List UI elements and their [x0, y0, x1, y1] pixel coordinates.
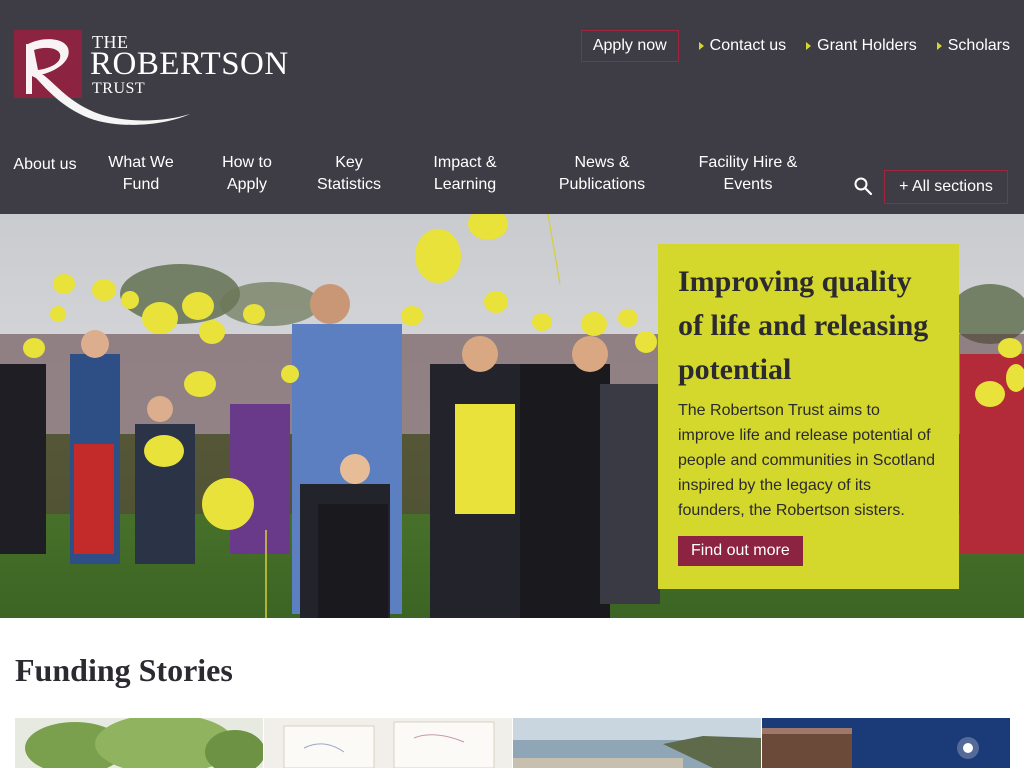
- contact-us-link[interactable]: Contact us: [698, 37, 787, 55]
- nav-item-facility-hire-events[interactable]: Facility Hire & Events: [692, 152, 804, 196]
- all-sections-button[interactable]: + All sections: [884, 170, 1008, 204]
- story-thumbnail-trees[interactable]: [15, 718, 263, 768]
- story-thumbnail-coast[interactable]: [513, 718, 761, 768]
- hero-heading: Improving quality of life and releasing …: [678, 265, 929, 386]
- story-thumbnail-night-building[interactable]: [762, 718, 1010, 768]
- scholars-link[interactable]: Scholars: [936, 37, 1010, 55]
- nav-item-news-publications[interactable]: News & Publications: [552, 152, 652, 196]
- hero-feature-card: Improving quality of life and releasing …: [658, 244, 959, 589]
- nav-item-impact-learning[interactable]: Impact & Learning: [426, 152, 504, 196]
- grant-holders-link[interactable]: Grant Holders: [806, 37, 917, 55]
- story-image: [264, 718, 512, 768]
- grant-holders-label: Grant Holders: [817, 37, 917, 54]
- scholars-label: Scholars: [947, 37, 1010, 54]
- nav-item-how-to-apply[interactable]: How to Apply: [208, 152, 286, 196]
- triangle-right-icon: [698, 42, 704, 50]
- story-image: [513, 718, 761, 768]
- hero-banner: Improving quality of life and releasing …: [0, 214, 1024, 618]
- nav-item-key-statistics[interactable]: Key Statistics: [312, 152, 386, 196]
- story-thumbnail-drawings[interactable]: [264, 718, 512, 768]
- hero-description: The Robertson Trust aims to improve life…: [678, 402, 936, 519]
- triangle-right-icon: [936, 42, 942, 50]
- funding-stories-title: Funding Stories: [15, 652, 233, 688]
- search-icon[interactable]: [853, 176, 873, 196]
- story-image: [762, 718, 1010, 768]
- apply-now-button[interactable]: Apply now: [580, 30, 679, 62]
- contact-us-label: Contact us: [709, 37, 787, 54]
- nav-item-what-we-fund[interactable]: What We Fund: [98, 152, 184, 196]
- triangle-right-icon: [806, 42, 812, 50]
- logo-text-trust: TRUST: [92, 80, 146, 97]
- utility-nav: Apply now Contact us Grant Holders Schol…: [580, 30, 1010, 62]
- robertson-trust-logo[interactable]: THE ROBERTSON TRUST: [14, 30, 304, 126]
- find-out-more-button[interactable]: Find out more: [678, 536, 803, 566]
- logo-text-robertson: ROBERTSON: [90, 46, 289, 82]
- story-image: [15, 718, 263, 768]
- nav-item-about-us[interactable]: About us: [12, 154, 78, 176]
- site-header: THE ROBERTSON TRUST Apply now Contact us…: [0, 0, 1024, 214]
